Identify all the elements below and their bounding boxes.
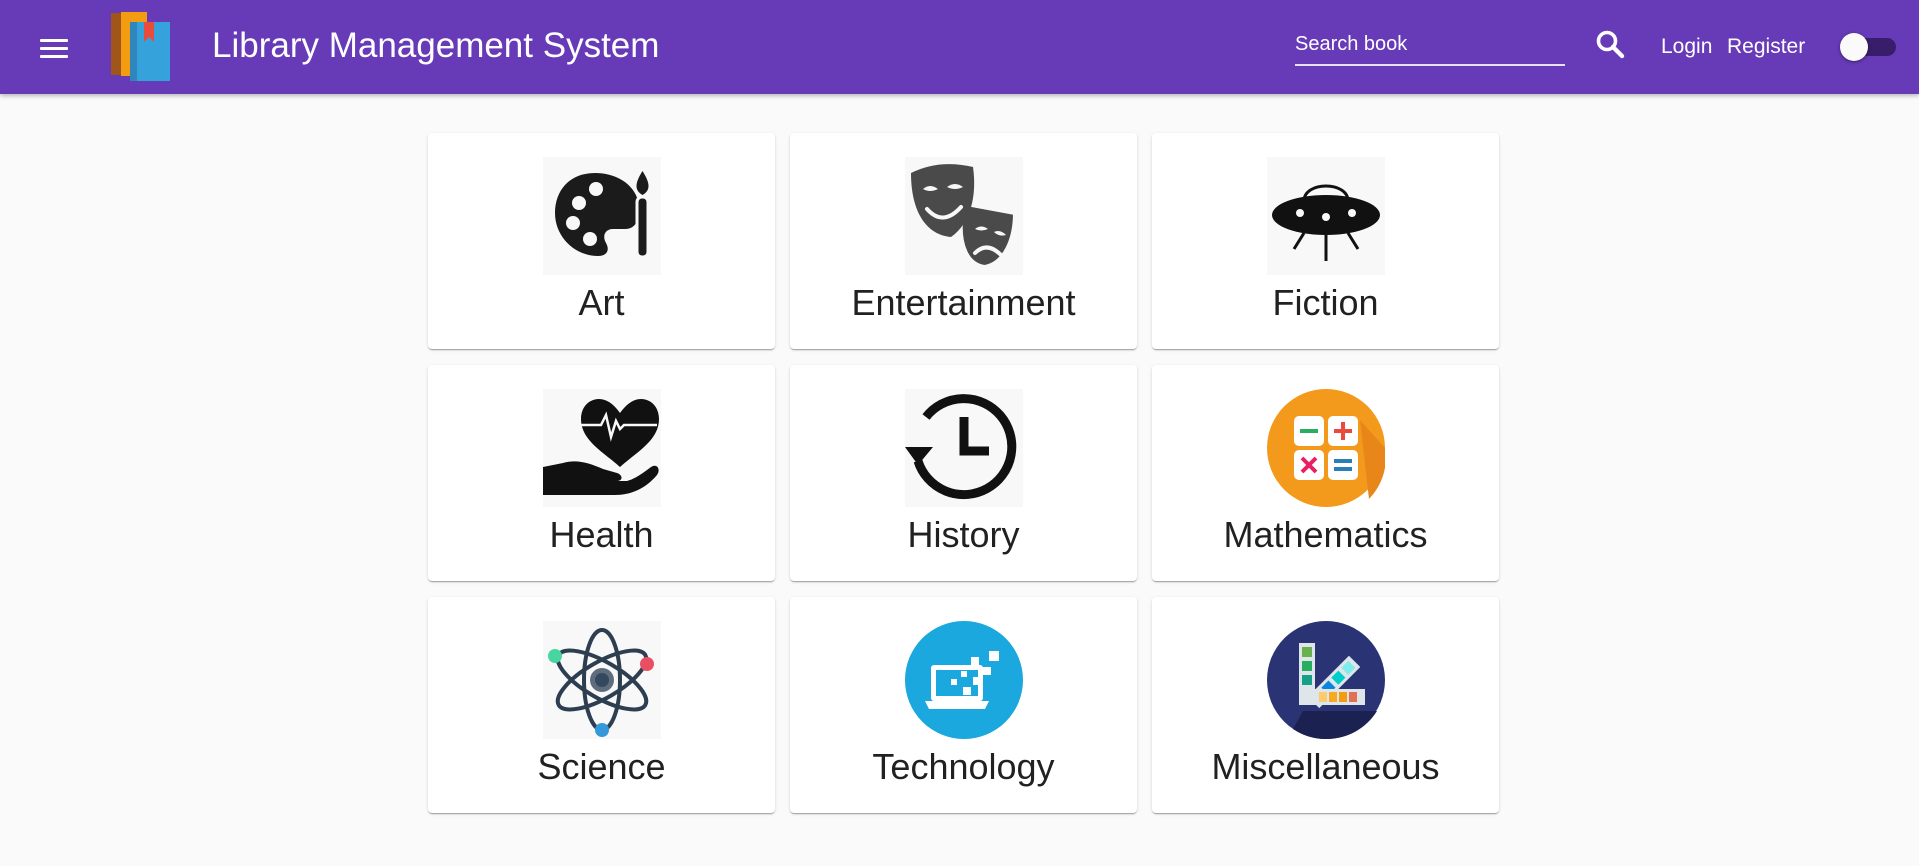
category-label: Entertainment (851, 282, 1076, 323)
color-swatch-icon (1267, 621, 1385, 739)
search-icon (1596, 30, 1625, 59)
history-clock-icon (905, 389, 1023, 507)
app-title: Library Management System (212, 26, 660, 65)
laptop-icon (905, 621, 1023, 739)
menu-button[interactable] (33, 30, 75, 66)
theme-toggle[interactable] (1838, 33, 1898, 61)
category-card-entertainment[interactable]: Entertainment (790, 133, 1137, 349)
login-link[interactable]: Login (1661, 33, 1712, 61)
category-card-miscellaneous[interactable]: Miscellaneous (1152, 597, 1499, 813)
category-label: Miscellaneous (1211, 746, 1440, 787)
category-card-mathematics[interactable]: Mathematics (1152, 365, 1499, 581)
category-card-science[interactable]: Science (428, 597, 775, 813)
toggle-thumb (1840, 33, 1868, 61)
books-logo-icon (111, 12, 170, 81)
category-card-technology[interactable]: Technology (790, 597, 1137, 813)
ufo-icon (1267, 157, 1385, 275)
category-grid: Art Entertainment Fiction Health History… (428, 133, 1500, 815)
category-label: History (907, 514, 1020, 555)
category-label: Science (537, 746, 666, 787)
category-label: Art (578, 282, 625, 323)
category-card-fiction[interactable]: Fiction (1152, 133, 1499, 349)
category-label: Health (549, 514, 654, 555)
heart-in-hand-icon (543, 389, 661, 507)
register-link[interactable]: Register (1727, 33, 1805, 61)
search-button[interactable] (1592, 26, 1630, 64)
category-card-art[interactable]: Art (428, 133, 775, 349)
top-toolbar: Library Management System Login Register (0, 0, 1919, 94)
theater-masks-icon (905, 157, 1023, 275)
search-field (1295, 26, 1565, 66)
palette-icon (543, 157, 661, 275)
category-card-history[interactable]: History (790, 365, 1137, 581)
category-label: Technology (872, 746, 1055, 787)
category-label: Mathematics (1223, 514, 1428, 555)
atom-icon (543, 621, 661, 739)
category-card-health[interactable]: Health (428, 365, 775, 581)
math-operators-icon (1267, 389, 1385, 507)
menu-icon (40, 39, 68, 42)
search-input[interactable] (1295, 26, 1565, 62)
category-label: Fiction (1272, 282, 1379, 323)
